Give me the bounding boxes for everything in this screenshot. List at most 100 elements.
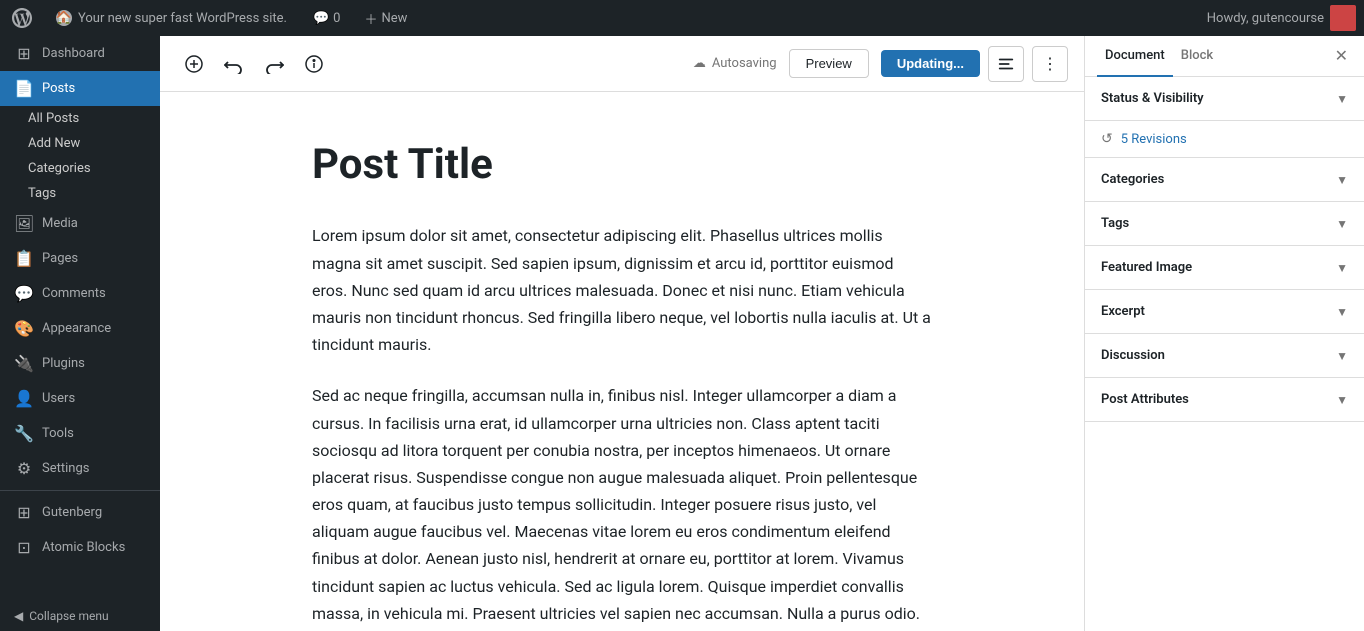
collapse-menu-button[interactable]: ◀ Collapse menu [0,601,160,631]
sidebar-item-tools[interactable]: 🔧 Tools [0,416,160,451]
sidebar-item-label: Atomic Blocks [42,540,125,555]
chevron-down-icon: ▼ [1336,217,1348,231]
chevron-down-icon: ▼ [1336,393,1348,407]
chevron-down-icon: ▼ [1336,173,1348,187]
editor-toolbar: ☁ Autosaving Preview Updating... ⋮ [160,36,1084,92]
more-options-button[interactable]: ⋮ [1032,46,1068,82]
sidebar-item-label: Comments [42,286,106,301]
undo-button[interactable] [216,46,252,82]
sidebar-item-label: Posts [42,81,75,96]
sidebar-item-comments[interactable]: 💬 Comments [0,276,160,311]
dashboard-icon: ⊞ [14,44,34,63]
categories-header[interactable]: Categories ▼ [1085,158,1364,201]
add-block-button[interactable] [176,46,212,82]
panel-body: Status & Visibility ▼ ↺ 5 Revisions Cate… [1085,77,1364,631]
post-attributes-header[interactable]: Post Attributes ▼ [1085,378,1364,421]
preview-button[interactable]: Preview [789,49,869,78]
tools-icon: 🔧 [14,424,34,443]
section-excerpt: Excerpt ▼ [1085,290,1364,334]
sidebar-item-dashboard[interactable]: ⊞ Dashboard [0,36,160,71]
site-home-icon: 🏠 [56,10,72,26]
discussion-label: Discussion [1101,348,1165,363]
settings-panel-button[interactable] [988,46,1024,82]
sidebar-item-label: Media [42,216,78,231]
editor-content[interactable]: Post Title Lorem ipsum dolor sit amet, c… [160,92,1084,631]
sidebar-item-add-new[interactable]: Add New [0,131,160,156]
tags-header[interactable]: Tags ▼ [1085,202,1364,245]
discussion-header[interactable]: Discussion ▼ [1085,334,1364,377]
paragraph-1: Lorem ipsum dolor sit amet, consectetur … [312,222,932,358]
media-icon: 🖼 [14,214,34,233]
settings-icon: ⚙ [14,459,34,478]
section-discussion: Discussion ▼ [1085,334,1364,378]
sidebar-item-plugins[interactable]: 🔌 Plugins [0,346,160,381]
chevron-down-icon: ▼ [1336,261,1348,275]
plugins-icon: 🔌 [14,354,34,373]
wp-logo[interactable] [8,4,36,32]
chevron-down-icon: ▼ [1336,349,1348,363]
paragraph-2: Sed ac neque fringilla, accumsan nulla i… [312,382,932,631]
sidebar-item-label: Appearance [42,321,111,336]
pages-icon: 📋 [14,249,34,268]
tab-block[interactable]: Block [1173,36,1221,77]
panel-close-button[interactable]: ✕ [1331,36,1352,76]
admin-bar-new[interactable]: ＋ New [358,9,413,28]
sidebar: ⊞ Dashboard 📄 Posts All Posts Add New Ca… [0,36,160,631]
sidebar-item-appearance[interactable]: 🎨 Appearance [0,311,160,346]
post-title[interactable]: Post Title [312,140,932,190]
sidebar-item-tags[interactable]: Tags [0,181,160,206]
sidebar-item-label: Pages [42,251,78,266]
admin-bar-site-link[interactable]: 🏠 Your new super fast WordPress site. [48,10,295,26]
sidebar-item-posts[interactable]: 📄 Posts [0,71,160,106]
admin-bar-howdy[interactable]: Howdy, gutencourse [1207,5,1356,31]
sidebar-item-label: Users [42,391,75,406]
sidebar-item-label: Dashboard [42,46,105,61]
admin-bar-comments[interactable]: 💬 0 [307,11,347,26]
post-attributes-label: Post Attributes [1101,392,1189,407]
featured-image-header[interactable]: Featured Image ▼ [1085,246,1364,289]
comment-icon: 💬 [313,11,329,26]
revisions-row[interactable]: ↺ 5 Revisions [1085,121,1364,158]
post-body[interactable]: Lorem ipsum dolor sit amet, consectetur … [312,222,932,631]
editor-canvas: Post Title Lorem ipsum dolor sit amet, c… [272,92,972,631]
sidebar-item-settings[interactable]: ⚙ Settings [0,451,160,486]
status-visibility-header[interactable]: Status & Visibility ▼ [1085,77,1364,120]
autosaving-text: Autosaving [712,56,777,71]
tab-document[interactable]: Document [1097,36,1173,77]
sidebar-item-gutenberg[interactable]: ⊞ Gutenberg [0,495,160,530]
comment-count: 0 [333,11,340,26]
sidebar-item-pages[interactable]: 📋 Pages [0,241,160,276]
tags-label: Tags [1101,216,1129,231]
chevron-down-icon: ▼ [1336,92,1348,106]
collapse-icon: ◀ [14,609,23,623]
revisions-label: 5 Revisions [1121,132,1187,147]
editor-area: ☁ Autosaving Preview Updating... ⋮ [160,36,1084,631]
excerpt-header[interactable]: Excerpt ▼ [1085,290,1364,333]
section-featured-image: Featured Image ▼ [1085,246,1364,290]
comments-icon: 💬 [14,284,34,303]
excerpt-label: Excerpt [1101,304,1145,319]
section-tags: Tags ▼ [1085,202,1364,246]
sidebar-item-categories[interactable]: Categories [0,156,160,181]
sidebar-item-all-posts[interactable]: All Posts [0,106,160,131]
section-categories: Categories ▼ [1085,158,1364,202]
sidebar-item-atomic-blocks[interactable]: ⊡ Atomic Blocks [0,530,160,565]
new-label: New [382,11,408,26]
panel-tabs: Document Block ✕ [1085,36,1364,77]
chevron-down-icon: ▼ [1336,305,1348,319]
categories-label: Categories [1101,172,1164,187]
sidebar-item-media[interactable]: 🖼 Media [0,206,160,241]
info-button[interactable] [296,46,332,82]
site-name: Your new super fast WordPress site. [78,11,287,26]
admin-bar: 🏠 Your new super fast WordPress site. 💬 … [0,0,1364,36]
redo-button[interactable] [256,46,292,82]
sidebar-item-label: Tools [42,426,74,441]
appearance-icon: 🎨 [14,319,34,338]
user-avatar [1330,5,1356,31]
section-status-visibility: Status & Visibility ▼ [1085,77,1364,121]
update-button[interactable]: Updating... [881,50,980,77]
collapse-label: Collapse menu [29,609,108,623]
cloud-icon: ☁ [693,56,706,71]
users-icon: 👤 [14,389,34,408]
sidebar-item-users[interactable]: 👤 Users [0,381,160,416]
